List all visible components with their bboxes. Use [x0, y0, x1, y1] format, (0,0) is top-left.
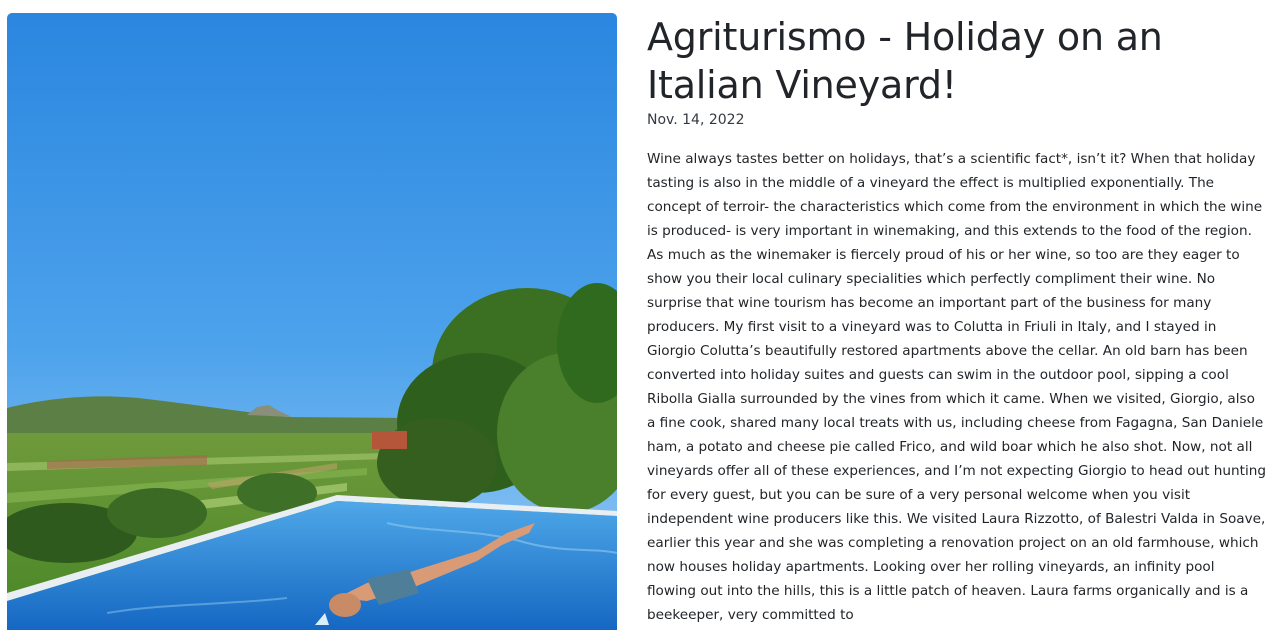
post-hero-image: [7, 13, 617, 630]
post-article: Agriturismo - Holiday on an Italian Vine…: [647, 13, 1267, 627]
post-title: Agriturismo - Holiday on an Italian Vine…: [647, 15, 1163, 107]
post-date: Nov. 14, 2022: [647, 112, 745, 128]
blog-post-page: Agriturismo - Holiday on an Italian Vine…: [0, 0, 1284, 630]
post-body: Wine always tastes better on holidays, t…: [647, 151, 1266, 623]
